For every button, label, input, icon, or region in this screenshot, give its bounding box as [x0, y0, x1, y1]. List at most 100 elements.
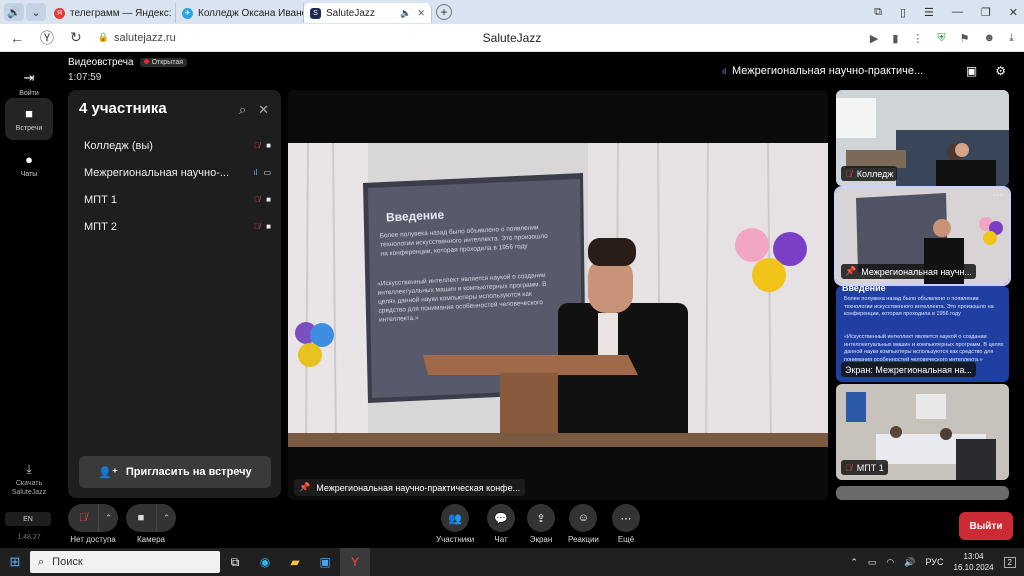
- address-bar: ← Ⓨ ↻ 🔒 salutejazz.ru SaluteJazz ▶ ▮ ⋮ ⛨…: [0, 24, 1024, 52]
- telegram-icon: ✈: [182, 7, 193, 19]
- camera-control[interactable]: ■ ⌃ Камера: [126, 504, 176, 544]
- participant-row[interactable]: Колледж (вы) 🎙̸ ■: [68, 132, 281, 159]
- screen-share-icon: ⇪: [527, 504, 555, 532]
- downloads-icon[interactable]: ⤓: [1009, 32, 1014, 45]
- notifications-icon[interactable]: 2: [1003, 556, 1016, 568]
- new-tab-button[interactable]: +: [436, 4, 452, 20]
- reactions-button[interactable]: ☺ Реакции: [568, 504, 599, 544]
- invite-button[interactable]: 👤⁺ Пригласить на встречу: [79, 456, 271, 488]
- mic-active-icon: ıl: [253, 168, 258, 177]
- wifi-icon[interactable]: ◠: [886, 557, 894, 568]
- reload-icon[interactable]: ↻: [70, 29, 82, 46]
- chat-icon: ●: [25, 152, 33, 167]
- yandex-browser-icon[interactable]: Y: [340, 548, 370, 576]
- thumbnail-tile-partial[interactable]: [836, 486, 1009, 500]
- thumbnail-tile[interactable]: ⋯ 📌 Межрегиональная научн...: [834, 186, 1011, 286]
- search-icon: ⌕: [38, 555, 45, 568]
- mic-off-icon: 🎙̸: [254, 141, 261, 150]
- mic-chevron-icon[interactable]: ⌃: [98, 504, 118, 532]
- speaking-icon: ıl: [722, 66, 726, 76]
- tab-close-icon[interactable]: ✕: [417, 8, 425, 19]
- tabs-icon[interactable]: ⧉: [874, 6, 882, 19]
- browser-tab-2[interactable]: ✈ Колледж Оксана Иванов: [176, 3, 304, 23]
- chat-button[interactable]: 💬 Чат: [487, 504, 515, 544]
- thumb-slide-text: Более полувека назад было объявлено о по…: [844, 296, 994, 317]
- stage-participant-label: 📌 Межрегиональная научно-практическая ко…: [294, 479, 526, 496]
- back-icon[interactable]: ←: [10, 30, 24, 46]
- more-icon[interactable]: ⋮: [912, 32, 923, 45]
- add-user-icon: 👤⁺: [98, 466, 118, 479]
- extension-icon[interactable]: ⚑: [960, 32, 970, 45]
- rail-item-meetings[interactable]: ■ Встречи: [5, 98, 53, 140]
- url-field[interactable]: 🔒 salutejazz.ru: [98, 32, 176, 44]
- more-options-icon[interactable]: ⋯: [993, 190, 1003, 201]
- protect-icon[interactable]: ⛨: [937, 32, 945, 45]
- thumbnail-tile[interactable]: Введение Более полувека назад было объяв…: [836, 286, 1009, 382]
- rail-item-chats[interactable]: ● Чаты: [5, 144, 53, 186]
- file-explorer-icon[interactable]: ▰: [280, 548, 310, 576]
- pin-icon: 📌: [845, 266, 857, 276]
- thumbnail-tile[interactable]: 🎙̸ МПТ 1: [836, 384, 1009, 480]
- meeting-title: Видеовстреча: [68, 57, 134, 68]
- bookmark-page-icon[interactable]: ▮: [892, 32, 898, 45]
- restore-icon[interactable]: ❐: [981, 6, 991, 19]
- left-rail: ⇥ Войти ■ Встречи ● Чаты ⤓ Скачать Salut…: [0, 52, 58, 548]
- language-indicator[interactable]: РУС: [925, 557, 943, 567]
- clock[interactable]: 13:04 16.10.2024: [954, 551, 994, 573]
- thumbnail-label: Экран: Межрегиональная на...: [841, 362, 976, 377]
- pin-icon: 📌: [299, 482, 311, 492]
- profile-icon[interactable]: ☻: [984, 32, 996, 44]
- system-tray: ⌃ ▭ ◠ 🔊 РУС 13:04 16.10.2024 2: [850, 548, 1024, 576]
- layout-icon[interactable]: ▣: [966, 64, 977, 78]
- more-button[interactable]: ⋯ Ещё: [612, 504, 640, 544]
- task-view-icon[interactable]: ⧉: [220, 548, 250, 576]
- download-app-link[interactable]: ⤓ Скачать SaluteJazz: [0, 462, 58, 497]
- windows-start-icon[interactable]: ⊞: [0, 548, 30, 576]
- camera-icon: ■: [266, 222, 271, 231]
- participants-button[interactable]: 👥 Участники: [436, 504, 474, 544]
- search-icon[interactable]: ⌕: [239, 102, 246, 118]
- menu-icon[interactable]: ☰: [924, 6, 934, 19]
- tab-label: SalutеJazz: [326, 7, 375, 19]
- participant-row[interactable]: МПТ 2 🎙̸ ■: [68, 213, 281, 240]
- tab-list-chevron-icon[interactable]: ⌄: [26, 3, 46, 21]
- yandex-id-icon[interactable]: Ⓨ: [40, 28, 54, 48]
- close-icon[interactable]: ✕: [258, 102, 269, 118]
- browser-tab-3[interactable]: S SalutеJazz 🔈 ✕: [304, 3, 432, 23]
- video-camera-icon[interactable]: ■: [126, 504, 156, 532]
- tab-audio-icon[interactable]: 🔊: [4, 3, 24, 21]
- tab-label: Колледж Оксана Иванов: [198, 7, 304, 19]
- participant-row[interactable]: МПТ 1 🎙̸ ■: [68, 186, 281, 213]
- camera-icon: ■: [266, 195, 271, 204]
- volume-icon[interactable]: 🔊: [904, 557, 915, 568]
- taskbar-search[interactable]: ⌕ Поиск: [30, 551, 220, 573]
- chat-icon: 💬: [487, 504, 515, 532]
- edge-icon[interactable]: ◉: [250, 548, 280, 576]
- bookmark-icon[interactable]: ▯: [900, 6, 906, 19]
- thumbnail-label: 📌 Межрегиональная научн...: [841, 264, 976, 279]
- thumbnail-tile[interactable]: 🎙̸ Колледж: [836, 90, 1009, 186]
- meeting-timer: 1:07:59: [68, 72, 102, 83]
- participant-row[interactable]: Межрегиональная научно-... ıl ▭: [68, 159, 281, 186]
- participants-panel: 4 участника ⌕ ✕ Колледж (вы) 🎙̸ ■ Межреги…: [68, 90, 281, 498]
- tray-chevron-icon[interactable]: ⌃: [850, 557, 858, 568]
- camera-permission-icon[interactable]: ▶: [870, 32, 878, 45]
- mic-control[interactable]: 🎙̸ ⌃ Нет доступа: [68, 504, 118, 544]
- network-icon[interactable]: ▭: [868, 557, 877, 568]
- leave-button[interactable]: Выйти: [959, 512, 1013, 540]
- mic-off-icon[interactable]: 🎙̸: [68, 504, 98, 532]
- tab-mute-icon[interactable]: 🔈: [400, 8, 411, 19]
- camera-chevron-icon[interactable]: ⌃: [156, 504, 176, 532]
- speaker-video: Введение Более полувека назад было объяв…: [288, 143, 828, 447]
- status-badge: Открытая: [139, 58, 188, 67]
- windows-taskbar: ⊞ ⌕ Поиск ⧉ ◉ ▰ ▣ Y ⌃ ▭ ◠ 🔊 РУС 13:04 16…: [0, 548, 1024, 576]
- main-video-stage[interactable]: Введение Более полувека назад было объяв…: [288, 90, 828, 500]
- minimize-icon[interactable]: —: [952, 6, 963, 18]
- mic-off-icon: 🎙̸: [254, 222, 261, 231]
- browser-tab-1[interactable]: Я телеграмм — Яндекс: нас: [48, 3, 176, 23]
- store-icon[interactable]: ▣: [310, 548, 340, 576]
- salutejazz-icon: S: [310, 7, 321, 19]
- screen-share-button[interactable]: ⇪ Экран: [527, 504, 555, 544]
- settings-gear-icon[interactable]: ⚙: [995, 64, 1006, 78]
- close-window-icon[interactable]: ✕: [1009, 6, 1018, 19]
